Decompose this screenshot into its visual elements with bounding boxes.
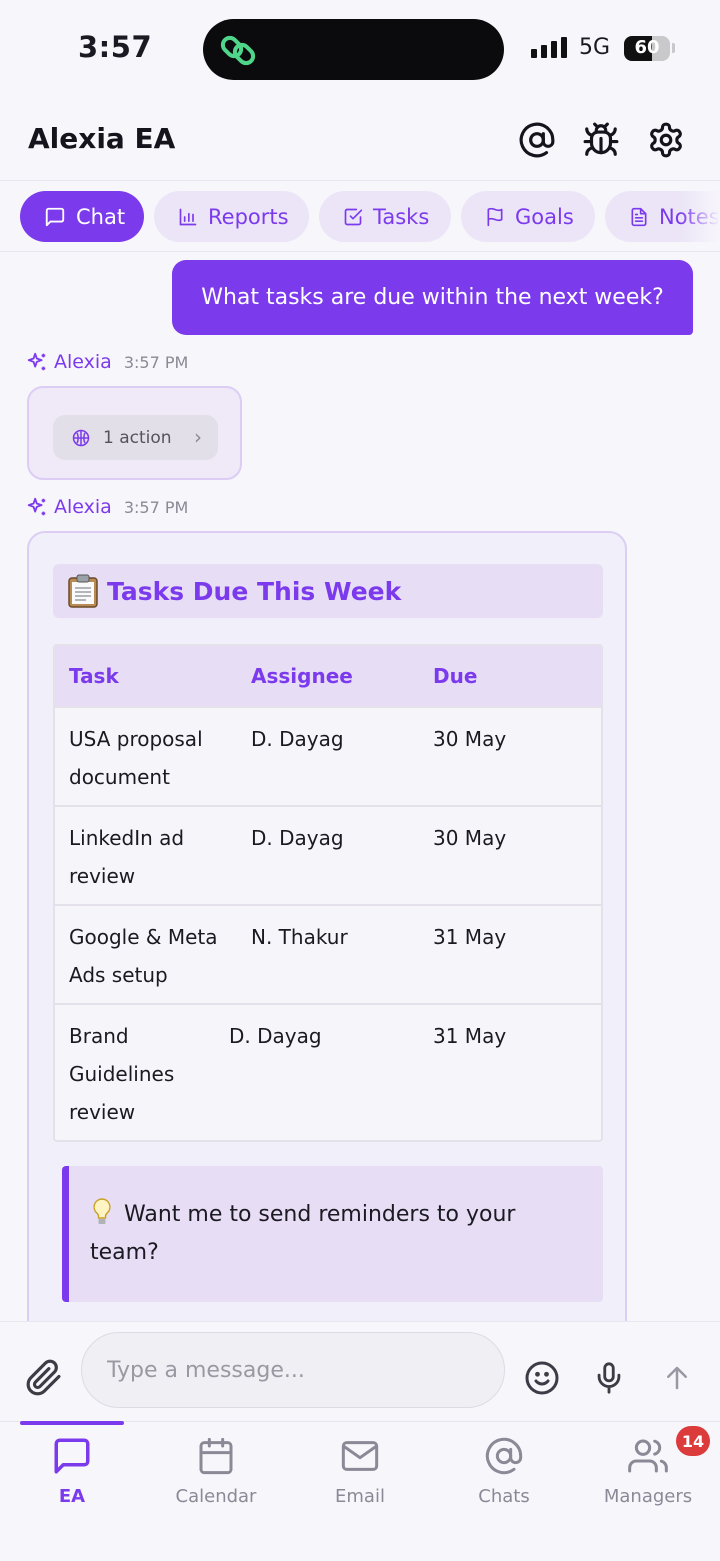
task-cell: Brand Guidelines review (69, 1024, 175, 1124)
tab-label: Reports (208, 204, 289, 229)
tab-label: Chat (76, 204, 126, 229)
table-row: Brand Guidelines review D. Dayag 31 May (55, 1003, 601, 1140)
tab-bar: Chat Reports Tasks Goals Notes (0, 180, 720, 252)
table-header-row: Task Assignee Due (55, 646, 601, 706)
managers-badge: 14 (676, 1426, 710, 1456)
assignee-cell: D. Dayag (251, 727, 344, 751)
settings-gear-icon[interactable] (646, 120, 686, 160)
due-cell: 31 May (433, 1024, 507, 1048)
answer-title: Tasks Due This Week (53, 564, 603, 618)
active-nav-indicator (20, 1421, 124, 1425)
due-cell: 31 May (433, 925, 507, 949)
task-cell: Google & Meta Ads setup (69, 925, 218, 987)
send-arrow-icon[interactable] (655, 1356, 699, 1400)
clock: 3:57 (78, 30, 153, 64)
tab-tasks[interactable]: Tasks (319, 191, 451, 242)
table-row: LinkedIn ad review D. Dayag 30 May (55, 805, 601, 904)
nav-email[interactable]: Email (288, 1434, 432, 1507)
user-message-bubble: What tasks are due within the next week? (172, 260, 693, 335)
calendar-icon (199, 1437, 233, 1475)
nav-label: Chats (478, 1486, 530, 1507)
tasks-table: Task Assignee Due USA proposal document … (53, 644, 603, 1142)
callout-body: Want me to send reminders to your team? (90, 1196, 563, 1272)
suggestion-callout: Want me to send reminders to your team? (62, 1166, 603, 1302)
bar-chart-icon (179, 208, 197, 225)
message-timestamp: 3:57 PM (123, 497, 189, 517)
network-type: 5G (579, 35, 611, 60)
battery-percent: 60 (634, 37, 660, 58)
column-header-due: Due (433, 664, 478, 688)
bug-icon[interactable] (581, 120, 621, 160)
message-composer (0, 1321, 720, 1421)
user-message-text: What tasks are due within the next week? (201, 285, 664, 310)
document-icon (631, 207, 647, 226)
nav-chats[interactable]: Chats (432, 1434, 576, 1507)
checkbox-icon (344, 208, 363, 225)
table-row: USA proposal document D. Dayag 30 May (55, 706, 601, 805)
users-icon (628, 1439, 668, 1473)
tabs-scroll-fade (680, 181, 720, 251)
linked-rings-icon (220, 35, 256, 66)
tab-goals[interactable]: Goals (461, 191, 595, 242)
due-cell: 30 May (433, 826, 507, 850)
mail-icon (341, 1441, 379, 1471)
chat-bubble-icon (45, 207, 65, 226)
assistant-meta: Alexia 3:57 PM (26, 351, 188, 373)
task-cell: USA proposal document (69, 727, 203, 789)
paperclip-icon[interactable] (22, 1356, 66, 1400)
message-timestamp: 3:57 PM (123, 352, 189, 372)
action-card: 1 action › (27, 386, 242, 480)
sparkle-icon (27, 352, 46, 371)
nav-label: Email (335, 1486, 385, 1507)
assistant-answer-card: Tasks Due This Week Task Assignee Due US… (27, 531, 627, 1361)
actions-expander[interactable]: 1 action › (53, 415, 218, 460)
assistant-name: Alexia (54, 496, 112, 518)
lightbulb-icon (93, 1198, 111, 1224)
assignee-cell: N. Thakur (251, 925, 348, 949)
dynamic-island (203, 19, 504, 80)
flag-icon (487, 207, 503, 226)
tab-chat[interactable]: Chat (20, 191, 144, 242)
nav-label: Managers (603, 1486, 693, 1507)
table-row: Google & Meta Ads setup N. Thakur 31 May (55, 904, 601, 1003)
chevron-right-icon: › (194, 425, 202, 449)
nav-label: EA (58, 1486, 86, 1507)
nav-ea[interactable]: EA (0, 1434, 144, 1507)
assignee-cell: D. Dayag (251, 826, 344, 850)
app-title: Alexia EA (28, 122, 176, 155)
battery-icon: 60 (624, 36, 670, 61)
at-sign-icon (485, 1437, 523, 1475)
clipboard-icon (68, 574, 98, 608)
message-input[interactable] (81, 1332, 505, 1408)
tab-reports[interactable]: Reports (154, 191, 309, 242)
assignee-cell: D. Dayag (229, 1024, 322, 1048)
bottom-navigation: EA Calendar Email Chats Managers (0, 1421, 720, 1561)
nav-calendar[interactable]: Calendar (144, 1434, 288, 1507)
chat-bubble-icon (54, 1438, 90, 1474)
app-header: Alexia EA (0, 100, 720, 180)
battery-tip (672, 43, 675, 53)
due-cell: 30 May (433, 727, 507, 751)
cell-signal-icon (531, 37, 567, 58)
emoji-icon[interactable] (520, 1356, 564, 1400)
column-header-assignee: Assignee (251, 664, 353, 688)
tab-label: Goals (515, 204, 574, 229)
callout-text: Want me to send reminders to your team? (90, 1202, 516, 1265)
microphone-icon[interactable] (587, 1356, 631, 1400)
task-cell: LinkedIn ad review (69, 826, 185, 888)
assistant-meta: Alexia 3:57 PM (26, 496, 188, 518)
answer-title-text: Tasks Due This Week (107, 576, 402, 606)
status-bar: 3:57 5G 60 (0, 0, 720, 100)
nav-label: Calendar (175, 1486, 257, 1507)
assistant-name: Alexia (54, 351, 112, 373)
mention-icon[interactable] (517, 120, 557, 160)
brain-icon (72, 429, 90, 446)
action-count: 1 action (103, 427, 172, 448)
sparkle-icon (27, 497, 46, 516)
column-header-task: Task (69, 664, 119, 688)
tab-label: Tasks (373, 204, 430, 229)
